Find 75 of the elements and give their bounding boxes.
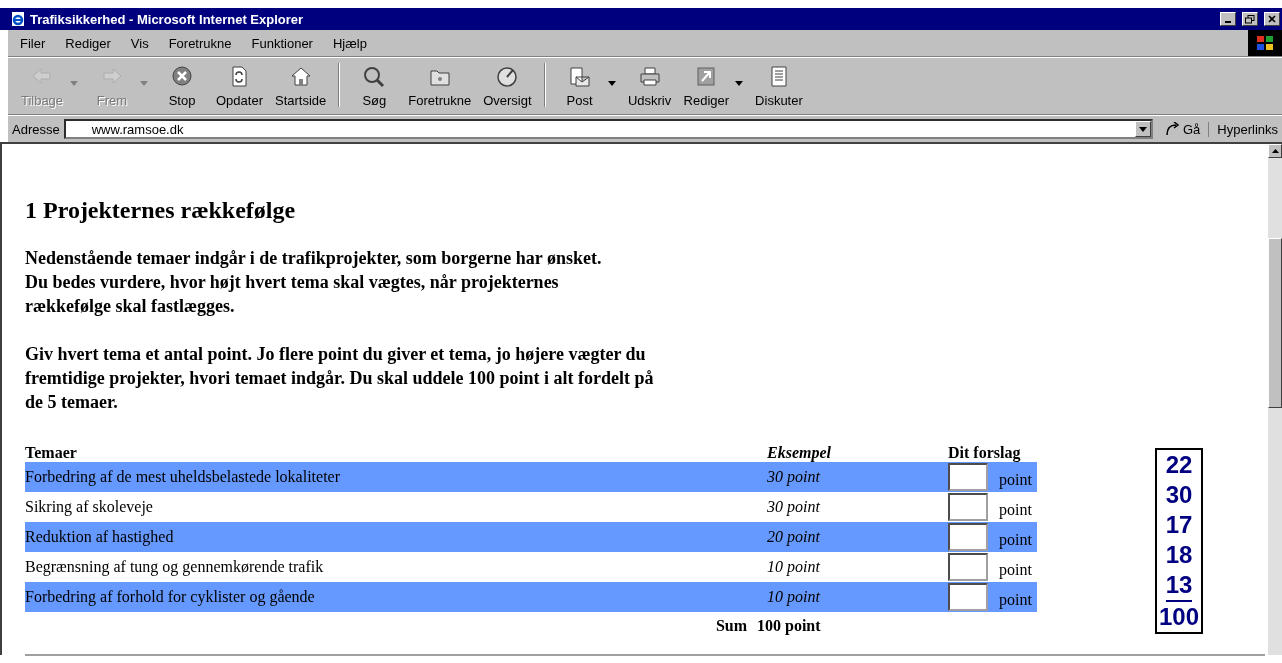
- printer-icon: [637, 64, 662, 89]
- address-field[interactable]: www.ramsoe.dk: [63, 119, 1153, 139]
- toolbar-button[interactable]: Opdater: [210, 62, 269, 110]
- dropdown-button[interactable]: [1134, 121, 1151, 137]
- example-cell-text: 30 point: [767, 498, 821, 516]
- column-header: Eksempel: [767, 444, 832, 462]
- toolbar-button[interactable]: Stop: [154, 62, 210, 110]
- caret-icon[interactable]: [607, 80, 616, 86]
- clock-icon: [495, 64, 520, 89]
- theme-cell-text: Forbedring af de mest uheldsbelastede lokaliteter: [25, 468, 341, 486]
- column-header: Temaer: [25, 444, 78, 462]
- toolbar-button[interactable]: Udskriv: [621, 62, 678, 110]
- caret-icon[interactable]: [735, 80, 744, 86]
- theme-cell-text: Sikring af skoleveje: [25, 498, 154, 516]
- menu-item[interactable]: Rediger: [55, 35, 121, 51]
- restore-button[interactable]: [1242, 12, 1258, 26]
- theme-cell-text: Reduktion af hastighed: [25, 528, 175, 546]
- toolbar-button[interactable]: Søg: [346, 62, 403, 110]
- minimize-button[interactable]: [1220, 12, 1236, 26]
- curved-arrow-icon: [1164, 122, 1181, 136]
- menu-item[interactable]: Foretrukne: [158, 35, 242, 51]
- caret-icon: [1138, 126, 1147, 132]
- instruction-text: Giv hvert tema et antal point. Jo flere point du giver et tema, jo højere vægter du fremtidige projekter, hvori temaet indgår. Du skal uddele 100 point i alt fordelt på de 5 temaer.: [25, 343, 655, 414]
- theme-cell-text: Forbedring af forhold for cyklister og gående: [25, 588, 316, 606]
- example-cell-text: 30 point: [767, 468, 821, 486]
- unit-label: point: [999, 530, 1033, 549]
- close-button[interactable]: [1264, 12, 1280, 26]
- tally-number: 17: [1165, 510, 1193, 540]
- scrollbar[interactable]: [1268, 144, 1282, 655]
- tally-total: 100: [1159, 602, 1200, 632]
- toolbar-button[interactable]: Startside: [269, 62, 333, 110]
- sum-value: 100 point: [757, 617, 822, 635]
- page-heading: 1 Projekternes rækkefølge: [25, 197, 297, 224]
- toolbar-button[interactable]: Rediger: [677, 62, 736, 110]
- toolbar-button[interactable]: Diskuter: [749, 62, 809, 110]
- unit-label: point: [999, 560, 1033, 579]
- close-icon: [1268, 15, 1276, 23]
- example-cell-text: 10 point: [767, 558, 821, 576]
- tally-number: 18: [1165, 540, 1193, 570]
- restore-icon: [1245, 14, 1255, 24]
- toolbar-button[interactable]: Post: [551, 62, 608, 110]
- points-input[interactable]: [948, 463, 988, 491]
- points-input[interactable]: [948, 583, 988, 611]
- example-cell-text: 10 point: [767, 588, 821, 606]
- tally-number: 13: [1165, 570, 1193, 602]
- toolbar-button[interactable]: Oversigt: [477, 62, 538, 110]
- tally-number: 22: [1165, 450, 1193, 480]
- menu-item[interactable]: Funktioner: [241, 35, 323, 51]
- menu-item[interactable]: Vis: [120, 35, 159, 51]
- toolbar-button[interactable]: Foretrukne: [402, 62, 478, 110]
- menu-item[interactable]: Hjælp: [322, 35, 377, 51]
- theme-cell-text: Begrænsning af tung og gennemkørende trafik: [25, 558, 325, 576]
- scroll-up-button[interactable]: [1268, 144, 1282, 158]
- column-header: Dit forslag: [948, 444, 1022, 462]
- unit-label: point: [999, 590, 1033, 609]
- stop-icon: [170, 64, 194, 89]
- sum-label: Sum: [714, 617, 748, 635]
- unit-label: point: [999, 470, 1033, 489]
- browser-icon: [10, 11, 26, 27]
- go-button[interactable]: Gå: [1156, 121, 1210, 137]
- mail-icon: [567, 64, 592, 89]
- search-icon: [362, 64, 387, 89]
- points-input[interactable]: [948, 493, 988, 521]
- tally-number: 30: [1165, 480, 1193, 510]
- unit-label: point: [999, 500, 1033, 519]
- menu-item[interactable]: Filer: [8, 35, 56, 51]
- instruction-text: Nedenstående temaer indgår i de trafikprojekter, som borgerne har ønsket. Du bedes vurdere, hvor højt hvert tema skal vægtes, når projekternes rækkefølge skal fastlægges.: [25, 247, 603, 318]
- points-input[interactable]: [948, 523, 988, 551]
- window-title: Trafiksikkerhed - Microsoft Internet Explorer: [30, 11, 305, 27]
- points-input[interactable]: [948, 553, 988, 581]
- address-label: Adresse: [12, 121, 60, 137]
- example-cell-text: 20 point: [767, 528, 821, 546]
- windows-logo-icon: [1248, 30, 1282, 56]
- links-button[interactable]: Hyperlinks: [1213, 121, 1282, 137]
- up-arrow-icon: [1271, 149, 1279, 153]
